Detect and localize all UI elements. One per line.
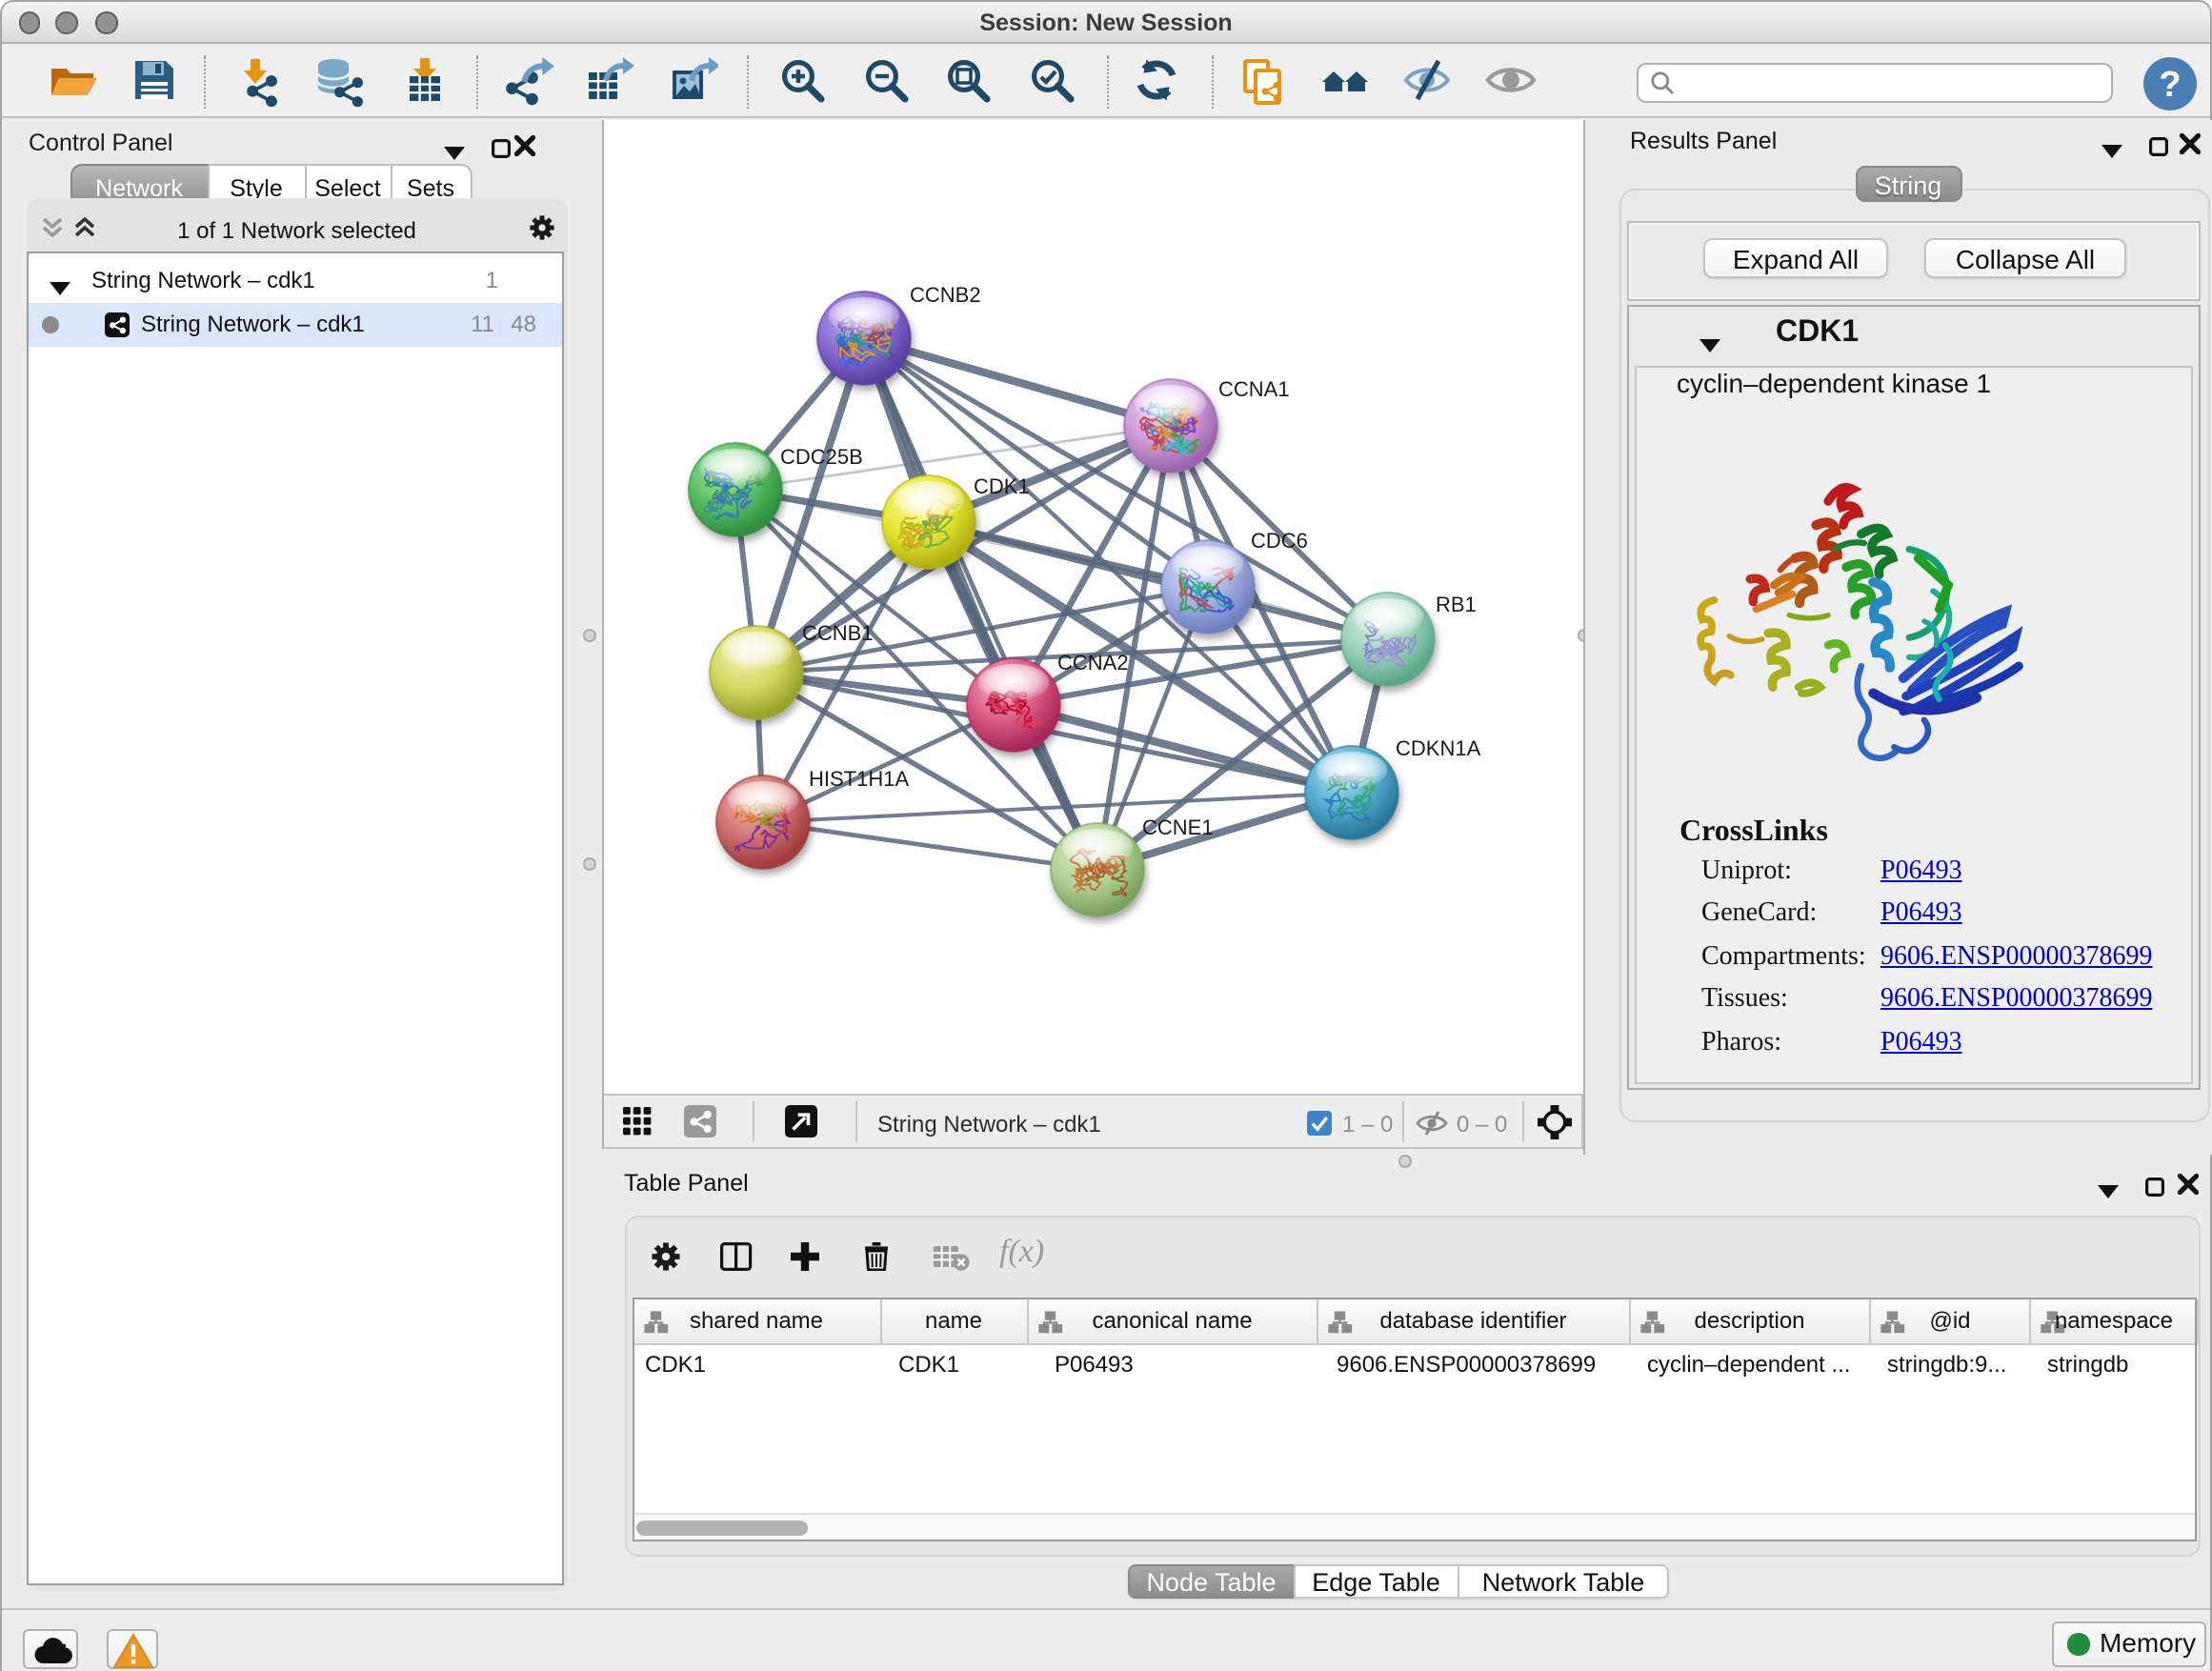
svg-text:CDKN1A: CDKN1A — [1395, 736, 1480, 760]
svg-text:CCNB1: CCNB1 — [801, 621, 873, 645]
svg-text:HIST1H1A: HIST1H1A — [808, 767, 908, 791]
svg-text:CDC6: CDC6 — [1250, 529, 1307, 553]
svg-text:CCNA1: CCNA1 — [1217, 377, 1289, 401]
svg-text:?: ? — [2159, 65, 2181, 105]
svg-text:CDC25B: CDC25B — [779, 445, 862, 469]
svg-text:CDK1: CDK1 — [973, 474, 1029, 498]
svg-text:CCNA2: CCNA2 — [1056, 651, 1128, 674]
svg-text:RB1: RB1 — [1435, 593, 1476, 616]
svg-text:CCNE1: CCNE1 — [1141, 815, 1213, 839]
svg-text:CCNB2: CCNB2 — [909, 283, 980, 307]
